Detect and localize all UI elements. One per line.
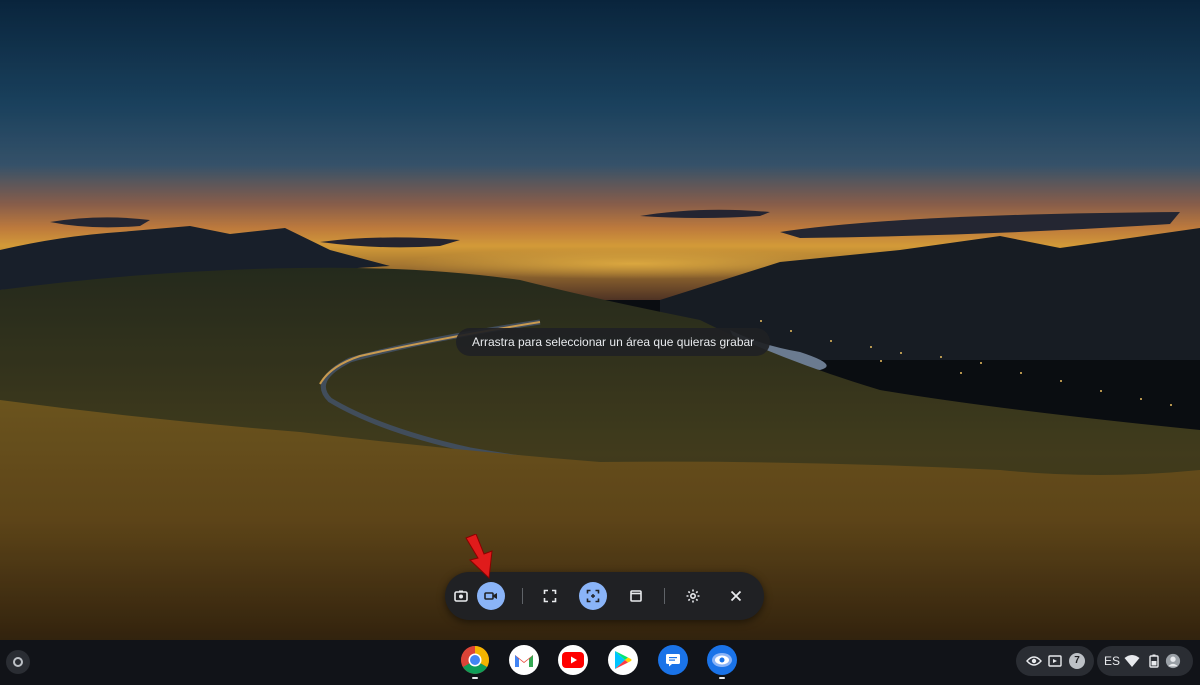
youtube-icon <box>562 652 584 668</box>
battery-icon <box>1146 653 1162 669</box>
shelf-app-screen-capture[interactable] <box>707 645 737 675</box>
shelf-app-play-store[interactable] <box>608 645 638 675</box>
notification-count-badge[interactable]: 7 <box>1069 653 1085 669</box>
status-area[interactable]: ES <box>1097 646 1193 676</box>
system-tray-pod[interactable]: 7 <box>1016 646 1094 676</box>
screen-capture-icon <box>712 653 732 667</box>
launcher-button[interactable] <box>6 650 30 674</box>
shelf-app-files[interactable] <box>658 645 688 675</box>
divider <box>522 588 523 604</box>
input-method-label[interactable]: ES <box>1104 646 1120 676</box>
play-store-icon <box>615 651 632 669</box>
shelf-app-youtube[interactable] <box>558 645 588 675</box>
screenshot-mode-button[interactable] <box>447 582 475 610</box>
window-source-button[interactable] <box>622 582 650 610</box>
gmail-icon <box>515 655 533 667</box>
partial-region-icon <box>586 589 600 603</box>
capture-settings-button[interactable] <box>679 582 707 610</box>
red-arrow-annotation <box>465 534 493 580</box>
window-icon <box>629 589 643 603</box>
running-indicator <box>472 677 478 679</box>
running-indicator <box>719 677 725 679</box>
close-capture-button[interactable] <box>722 582 750 610</box>
shelf-app-chrome[interactable] <box>460 645 490 675</box>
capture-hint-label: Arrastra para seleccionar un área que qu… <box>456 328 771 356</box>
fullscreen-icon <box>543 589 557 603</box>
eye-icon <box>1026 653 1042 669</box>
divider <box>664 588 665 604</box>
launcher-icon <box>13 657 23 667</box>
shelf: 7 ES <box>0 640 1200 685</box>
shelf-app-gmail[interactable] <box>509 645 539 675</box>
close-icon <box>730 590 742 602</box>
camera-icon <box>454 589 468 603</box>
chromeos-desktop: Arrastra para seleccionar un área que qu… <box>0 0 1200 685</box>
account-avatar <box>1165 653 1181 669</box>
gear-icon <box>685 588 701 604</box>
fullscreen-source-button[interactable] <box>536 582 564 610</box>
partial-source-button[interactable] <box>579 582 607 610</box>
screen-record-tray-icon <box>1047 653 1063 669</box>
chrome-icon <box>461 646 489 674</box>
wifi-icon <box>1124 653 1140 669</box>
files-icon <box>666 654 680 667</box>
screen-record-mode-button[interactable] <box>477 582 505 610</box>
videocam-icon <box>484 589 498 603</box>
